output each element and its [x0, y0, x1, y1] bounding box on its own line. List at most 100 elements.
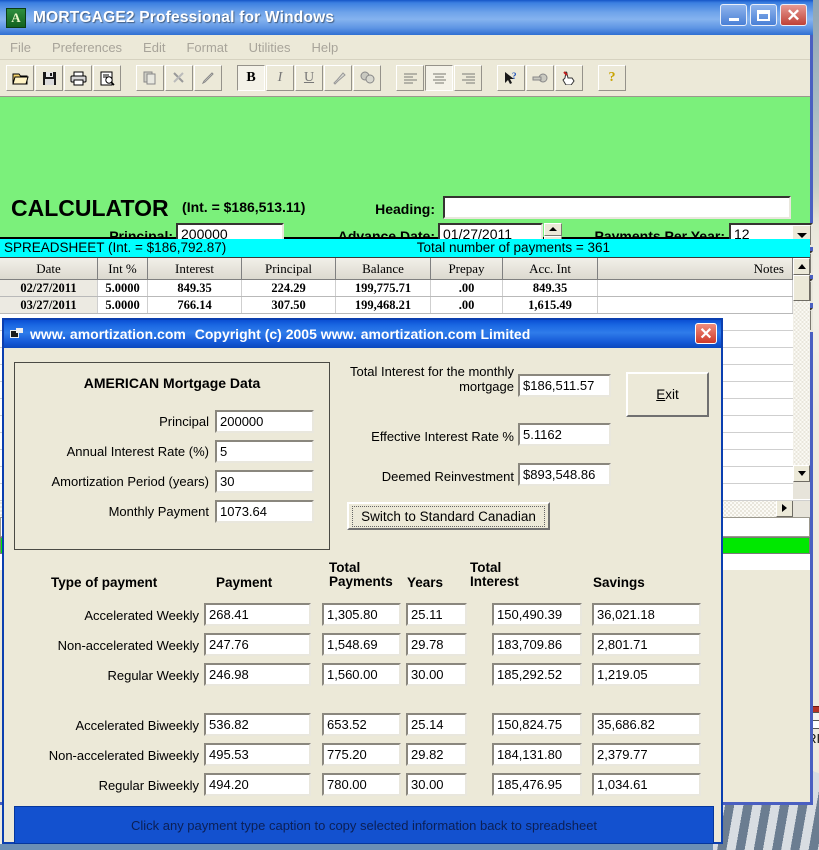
effective-interest-rate-value: 5.1162 [518, 423, 611, 446]
about-question-icon: ? [609, 70, 616, 86]
table-row[interactable]: 03/27/2011 5.0000 766.14 307.50 199,468.… [0, 297, 810, 314]
chevron-down-icon [797, 233, 807, 238]
cell-date: 02/27/2011 [0, 280, 98, 296]
align-right-icon [461, 72, 476, 84]
column-header-int-pct[interactable]: Int % [98, 258, 148, 279]
hand-pointer-button[interactable] [555, 65, 583, 91]
cell-prepay: .00 [431, 297, 503, 313]
cell-total-payments: 653.52 [322, 713, 401, 736]
scrollbar-thumb[interactable] [793, 275, 810, 301]
close-button[interactable]: ✕ [780, 4, 807, 26]
cell-years: 30.00 [406, 663, 467, 686]
dlg-annual-interest-rate-input[interactable]: 5 [215, 440, 314, 463]
column-header-principal[interactable]: Principal [242, 258, 336, 279]
row-label[interactable]: Regular Biweekly [44, 778, 199, 793]
dialog-close-button[interactable]: ✕ [695, 323, 717, 344]
dialog-title-bar[interactable]: www. amortization.com Copyright (c) 2005… [4, 320, 721, 348]
cell-int-pct: 5.0000 [98, 280, 148, 296]
cell-acc-int: 849.35 [503, 280, 598, 296]
edit-pencil-button[interactable] [194, 65, 222, 91]
heading-input[interactable] [443, 196, 791, 219]
label-heading: Heading: [315, 201, 435, 217]
cell-years: 29.82 [406, 743, 467, 766]
scrollbar-track[interactable] [793, 301, 810, 465]
key-icon [532, 72, 548, 85]
scroll-down-button[interactable] [793, 465, 810, 482]
cut-button[interactable] [165, 65, 193, 91]
scroll-up-button[interactable] [793, 258, 810, 275]
cell-payment: 495.53 [204, 743, 311, 766]
about-button[interactable]: ? [598, 65, 626, 91]
close-icon: ✕ [786, 7, 800, 24]
column-header-acc-int[interactable]: Acc. Int [503, 258, 598, 279]
color-palette-icon [360, 71, 375, 85]
align-center-button[interactable] [425, 65, 453, 91]
italic-button[interactable]: I [266, 65, 294, 91]
key-button[interactable] [526, 65, 554, 91]
cell-acc-int: 1,615.49 [503, 297, 598, 313]
title-bar[interactable]: A MORTGAGE2 Professional for Windows ✕ [0, 0, 813, 35]
column-header-balance[interactable]: Balance [336, 258, 431, 279]
row-label[interactable]: Regular Weekly [49, 668, 199, 683]
cell-notes [598, 297, 793, 313]
column-header-date[interactable]: Date [0, 258, 98, 279]
table-header-total-interest: Total Interest [470, 561, 540, 589]
underline-button[interactable]: U [295, 65, 323, 91]
maximize-button[interactable] [750, 4, 777, 26]
print-preview-icon [100, 71, 115, 86]
dlg-amortization-period-input[interactable]: 30 [215, 470, 314, 493]
table-header-years: Years [407, 575, 443, 590]
row-label[interactable]: Accelerated Biweekly [40, 718, 199, 733]
menu-item-help[interactable]: Help [312, 40, 339, 55]
cell-total-interest: 150,824.75 [492, 713, 582, 736]
print-icon [70, 71, 87, 86]
cell-total-interest: 183,709.86 [492, 633, 582, 656]
dlg-monthly-payment-input[interactable]: 1073.64 [215, 500, 314, 523]
column-header-prepay[interactable]: Prepay [431, 258, 503, 279]
align-left-button[interactable] [396, 65, 424, 91]
switch-button-label: Switch to Standard Canadian [352, 506, 545, 527]
row-label[interactable]: Non-accelerated Biweekly [24, 748, 199, 763]
bold-button[interactable]: B [237, 65, 265, 91]
paintbrush-button[interactable] [324, 65, 352, 91]
print-button[interactable] [64, 65, 92, 91]
table-header-total-payments: Total Payments [329, 561, 399, 589]
color-palette-button[interactable] [353, 65, 381, 91]
menu-item-file[interactable]: File [10, 40, 31, 55]
hint-bar: Click any payment type caption to copy s… [14, 806, 714, 844]
row-label[interactable]: Non-accelerated Weekly [34, 638, 199, 653]
print-preview-button[interactable] [93, 65, 121, 91]
label-total-interest: Total Interest for the monthly mortgage [344, 364, 514, 394]
menu-item-utilities[interactable]: Utilities [249, 40, 291, 55]
american-mortgage-data-panel: AMERICAN Mortgage Data Principal 200000 … [14, 362, 330, 550]
exit-button[interactable]: Exit [626, 372, 709, 417]
cell-date: 03/27/2011 [0, 297, 98, 313]
open-folder-button[interactable] [6, 65, 34, 91]
menu-item-format[interactable]: Format [186, 40, 227, 55]
underline-icon: U [304, 70, 314, 86]
context-help-button[interactable]: ? [497, 65, 525, 91]
scroll-right-button[interactable] [776, 499, 793, 517]
copy-icon [143, 71, 157, 85]
dlg-principal-input[interactable]: 200000 [215, 410, 314, 433]
copy-button[interactable] [136, 65, 164, 91]
minimize-button[interactable] [720, 4, 747, 26]
close-icon: ✕ [699, 324, 712, 344]
cell-interest: 766.14 [148, 297, 242, 313]
spinner-up-icon[interactable] [544, 223, 562, 236]
row-label[interactable]: Accelerated Weekly [49, 608, 199, 623]
calculator-interest-note: (Int. = $186,513.11) [182, 199, 305, 215]
cell-notes [598, 280, 793, 296]
align-right-button[interactable] [454, 65, 482, 91]
arrow-down-icon [798, 471, 806, 476]
column-header-interest[interactable]: Interest [148, 258, 242, 279]
table-header-type-of-payment: Type of payment [51, 575, 157, 590]
table-row[interactable]: 02/27/2011 5.0000 849.35 224.29 199,775.… [0, 280, 810, 297]
vertical-scrollbar[interactable] [793, 258, 810, 499]
menu-item-edit[interactable]: Edit [143, 40, 165, 55]
cell-total-interest: 185,476.95 [492, 773, 582, 796]
switch-to-standard-canadian-button[interactable]: Switch to Standard Canadian [347, 502, 550, 530]
save-button[interactable] [35, 65, 63, 91]
menu-item-preferences[interactable]: Preferences [52, 40, 122, 55]
column-header-notes[interactable]: Notes [598, 258, 793, 279]
